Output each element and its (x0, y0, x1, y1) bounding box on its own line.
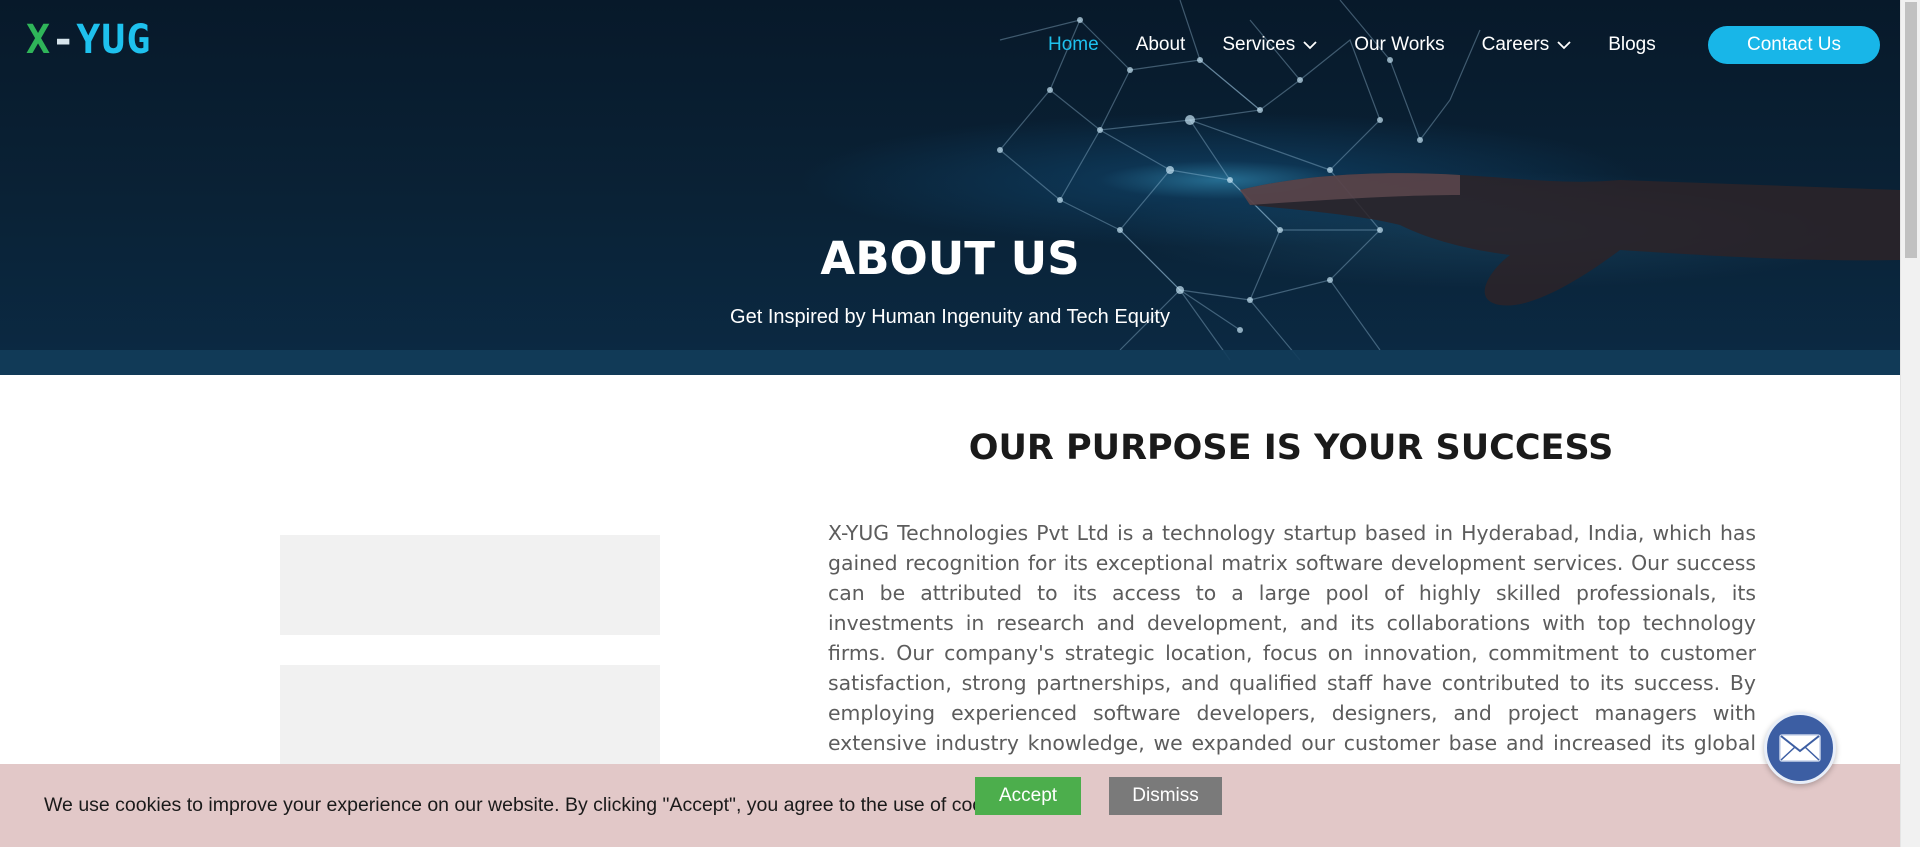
chevron-down-icon (1557, 41, 1571, 50)
page: X-YUG Home About Services Our Works Care… (0, 0, 1920, 847)
hero-subtitle: Get Inspired by Human Ingenuity and Tech… (730, 306, 1170, 328)
scrollbar-thumb[interactable] (1905, 2, 1917, 258)
nav-item-careers[interactable]: Careers (1482, 34, 1572, 56)
nav-item-label: Blogs (1608, 34, 1656, 55)
logo-x: X (26, 17, 52, 63)
logo-wordmark: X-YUG (26, 20, 166, 60)
purpose-heading: OUR PURPOSE IS YOUR SUCCESS (968, 428, 1614, 468)
hero-title: ABOUT US (820, 232, 1080, 285)
nav-item-home[interactable]: Home (1048, 34, 1099, 56)
nav-item-label: Careers (1481, 34, 1550, 55)
accept-cookies-button[interactable]: Accept (975, 777, 1081, 815)
cookie-consent-bar: We use cookies to improve your experienc… (0, 764, 1900, 847)
purpose-paragraph: X-YUG Technologies Pvt Ltd is a technolo… (828, 521, 1756, 785)
cookie-message: We use cookies to improve your experienc… (44, 794, 1024, 816)
nav-item-our-works[interactable]: Our Works (1354, 34, 1444, 56)
hero-bottom-band (0, 350, 1900, 375)
chevron-down-icon (1303, 41, 1317, 50)
nav-item-label: About (1135, 34, 1186, 55)
main-nav: Home About Services Our Works Careers Bl… (1048, 28, 1693, 62)
nav-item-about[interactable]: About (1136, 34, 1186, 56)
mail-icon (1779, 734, 1821, 762)
page-scrollbar[interactable] (1900, 0, 1920, 847)
nav-item-label: Services (1222, 34, 1296, 55)
logo-dash: - (51, 17, 77, 63)
nav-item-label: Our Works (1354, 34, 1445, 55)
nav-item-blogs[interactable]: Blogs (1608, 34, 1656, 56)
logo-yug: YUG (76, 17, 152, 63)
mail-contact-button[interactable] (1764, 712, 1836, 784)
dismiss-cookies-button[interactable]: Dismiss (1109, 777, 1222, 815)
contact-us-button[interactable]: Contact Us (1708, 26, 1880, 64)
about-illustration-image (280, 535, 660, 765)
nav-item-services[interactable]: Services (1222, 34, 1317, 56)
nav-item-label: Home (1048, 34, 1099, 55)
xyug-logo[interactable]: X-YUG (26, 20, 166, 68)
